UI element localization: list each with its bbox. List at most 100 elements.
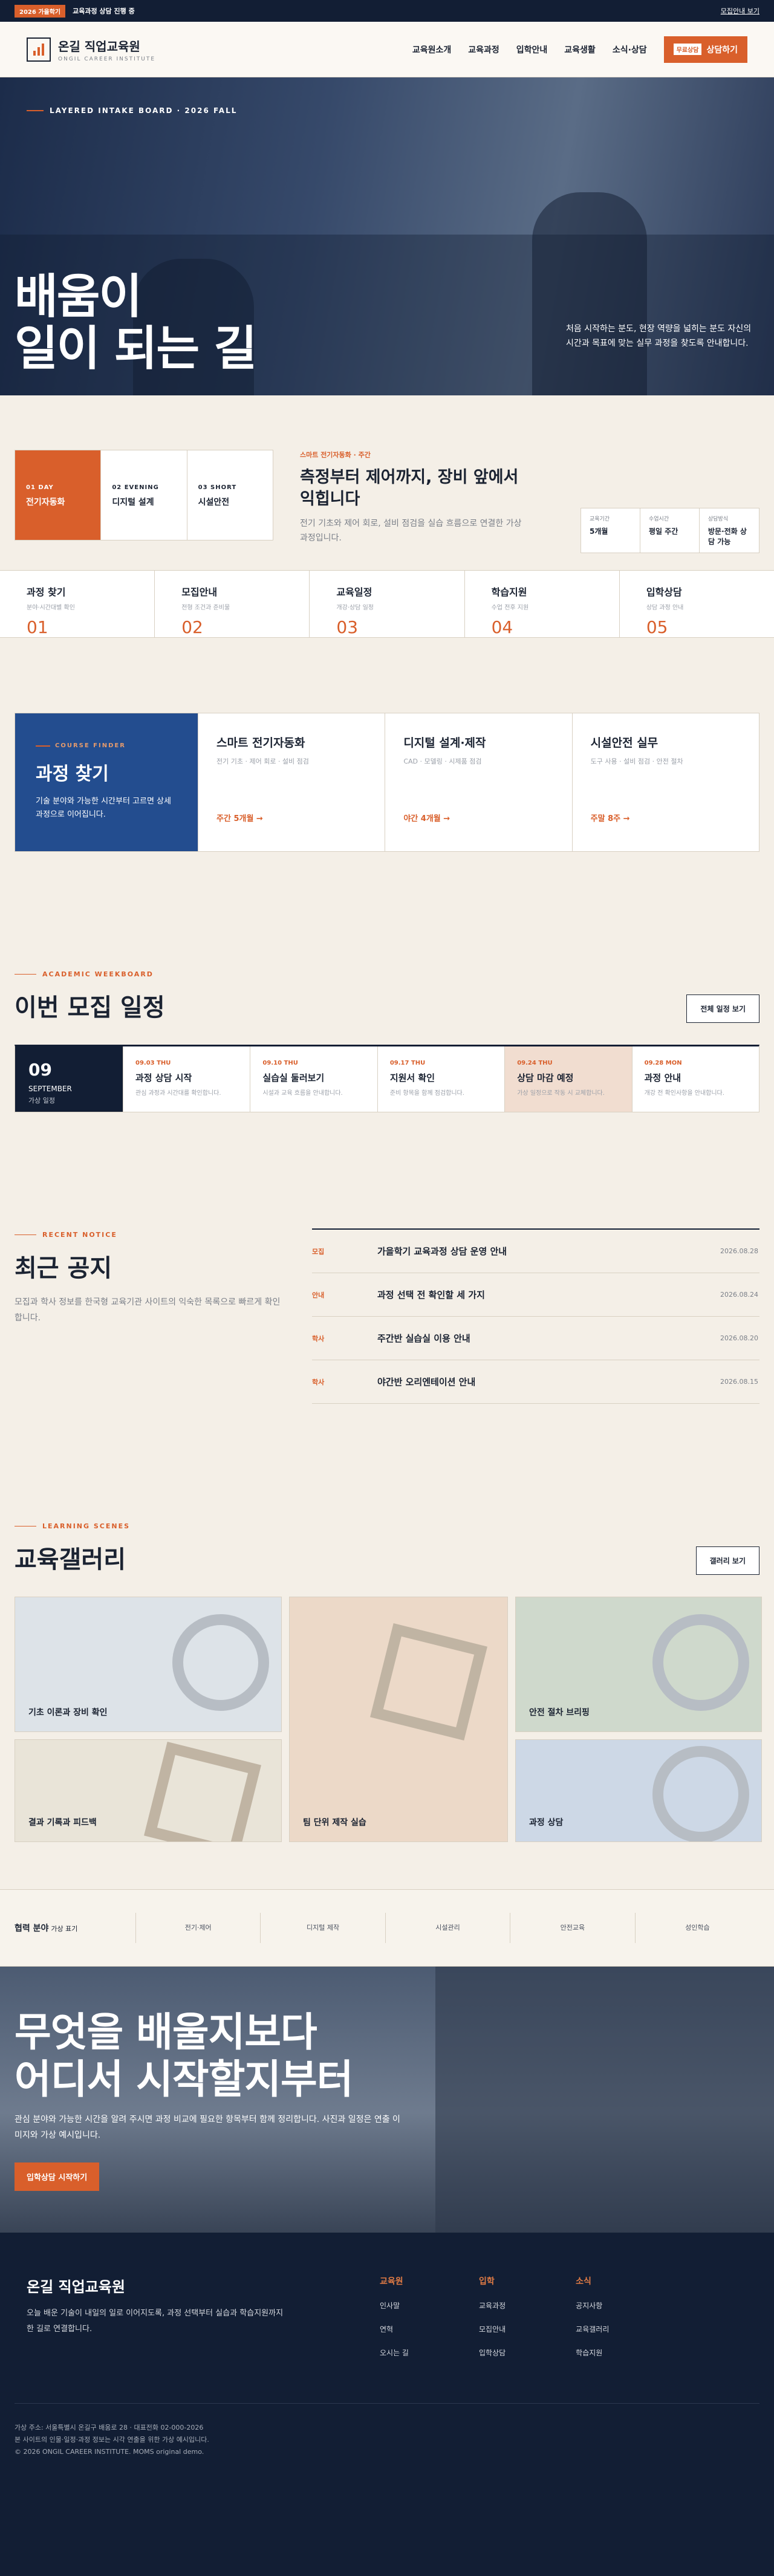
footer-column-title: 소식 [576,2277,591,2286]
admission-link[interactable]: 모집안내 보기 [721,6,759,16]
notice-row[interactable]: 학사 주간반 실습실 이용 안내 2026.08.20 [312,1317,759,1360]
quick-link-number: 02 [181,617,203,637]
nav-item-campus-life[interactable]: 교육생활 [564,44,596,56]
gallery-caption: 안전 절차 브리핑 [529,1708,590,1718]
schedule-event[interactable]: 09.03 THU 과정 상담 시작 관심 과정과 시간대를 확인합니다. [123,1046,250,1112]
quick-link-number: 05 [646,617,668,637]
notice-row[interactable]: 모집 가을학기 교육과정 상담 운영 안내 2026.08.28 [312,1230,759,1273]
partner-field-item: 시설관리 [385,1913,510,1943]
gallery-grid: 기초 이론과 장비 확인 결과 기록과 피드백 팀 단위 제작 실습 안전 절차… [15,1597,762,1842]
footer-description: 오늘 배운 기술이 내일의 일로 이어지도록, 과정 선택부터 실습과 학습지원… [27,2309,284,2334]
course-card[interactable]: 디지털 설계·제작 CAD · 모델링 · 시제품 점검 야간 4개월 → [385,713,571,851]
banner-title: 무엇을 배울지보다 어디서 시작할지부터 [15,2009,353,2103]
schedule-event[interactable]: 09.28 MON 과정 안내 개강 전 확인사항을 안내합니다. [631,1046,759,1112]
course-schedule-link[interactable]: 주간 5개월 → [216,812,263,823]
logo-icon[interactable] [27,37,51,62]
tab-code: 02 EVENING [112,484,159,491]
footer-link[interactable]: 학습지원 [576,2347,609,2358]
footer-link[interactable]: 공지사항 [576,2300,609,2311]
notice-category: 모집 [312,1247,325,1256]
nav-item-about[interactable]: 교육원소개 [412,44,451,56]
event-desc: 시설과 교육 흐름을 안내합니다. [262,1090,343,1097]
event-title: 과정 상담 시작 [135,1072,192,1083]
footer-link[interactable]: 인사말 [380,2300,409,2311]
course-topics: 도구 사용 · 설비 점검 · 안전 절차 [590,758,683,765]
gallery-button[interactable]: 갤러리 보기 [695,1546,759,1575]
course-finder-panel: COURSE FINDER 과정 찾기 기술 분야와 가능한 시간부터 고르면 … [15,713,198,851]
gallery-caption: 과정 상담 [529,1818,564,1828]
semester-badge: 2026 가을학기 [15,4,66,18]
quick-link-item[interactable]: 과정 찾기 분야·시간대별 확인 01 [0,571,155,637]
footer-link[interactable]: 교육과정 [479,2300,506,2311]
course-schedule-link[interactable]: 야간 4개월 → [403,812,450,823]
banner-title-line: 무엇을 배울지보다 [15,2009,317,2055]
footer-link[interactable]: 모집안내 [479,2324,506,2334]
notice-category: 안내 [312,1291,325,1299]
course-card[interactable]: 스마트 전기자동화 전기 기초 · 제어 회로 · 설비 점검 주간 5개월 → [198,713,385,851]
gallery-item[interactable]: 팀 단위 제작 실습 [289,1597,508,1842]
gallery-item[interactable]: 안전 절차 브리핑 [515,1597,762,1732]
tab-label: 전기자동화 [26,498,65,507]
gallery-title: 교육갤러리 [15,1546,126,1574]
event-date: 09.03 THU [135,1060,171,1066]
consult-label: 상담하기 [706,45,738,55]
partner-fields-lead: 협력 분야 가상 표기 [15,1922,135,1934]
notice-list: 모집 가을학기 교육과정 상담 운영 안내 2026.08.28 안내 과정 선택 전… [312,1228,759,1404]
footer-column-title: 교육원 [380,2277,403,2286]
footer-meta: 가상 주소: 서울특별시 온길구 배움로 28 · 대표전화 02-000-20… [15,2422,209,2458]
schedule-event[interactable]: 09.17 THU 지원서 확인 준비 항목을 함께 점검합니다. [377,1046,504,1112]
footer-link[interactable]: 입학상담 [479,2347,506,2358]
schedule-section: ACADEMIC WEEKBOARD 이번 모집 일정 전체 일정 보기 09 S… [0,852,774,1112]
footer-link[interactable]: 오시는 길 [380,2347,409,2358]
month-note: 가상 일정 [28,1097,55,1105]
tab-short[interactable]: 03 SHORT 시설안전 [187,450,273,540]
gallery-item[interactable]: 결과 기록과 피드백 [15,1739,282,1842]
tab-label: 디지털 설계 [112,498,154,507]
tab-day[interactable]: 01 DAY 전기자동화 [15,450,102,540]
footer-links: 교육원인사말연혁오시는 길 입학교육과정모집안내입학상담 소식공지사항교육갤러리… [380,2275,609,2358]
course-title: 스마트 전기자동화 [216,736,305,750]
footer-link[interactable]: 연혁 [380,2324,409,2334]
event-title: 상담 마감 예정 [517,1072,574,1083]
quick-link-item[interactable]: 학습지원 수업 전후 지원 04 [465,571,620,637]
nav-item-courses[interactable]: 교육과정 [468,44,499,56]
banner-description: 관심 분야와 가능한 시간을 알려 주시면 과정 비교에 필요한 항목부터 함께… [15,2115,400,2140]
partner-fields-note: 가상 표기 [51,1925,78,1933]
nav-item-admission[interactable]: 입학안내 [516,44,548,56]
logo[interactable]: 온길 직업교육원 ONGIL CAREER INSTITUTE [58,37,155,62]
footer-copyright: © 2026 ONGIL CAREER INSTITUTE. MOMS orig… [15,2448,204,2456]
footer-link[interactable]: 교육갤러리 [576,2324,609,2334]
track-section: 01 DAY 전기자동화 02 EVENING 디지털 설계 03 SHORT 시설안… [0,395,774,638]
footer-bottom: 가상 주소: 서울특별시 온길구 배움로 28 · 대표전화 02-000-20… [15,2403,759,2456]
start-consult-button[interactable]: 입학상담 시작하기 [15,2162,100,2191]
quick-link-item[interactable]: 입학상담 상담 과정 안내 05 [620,571,774,637]
circle-graphic [172,1614,269,1711]
hero-kicker: LAYERED INTAKE BOARD · 2026 FALL [27,106,237,115]
event-title: 실습실 둘러보기 [262,1072,325,1083]
course-title: 디지털 설계·제작 [403,736,486,750]
gallery-caption: 팀 단위 제작 실습 [303,1818,366,1828]
gallery-item[interactable]: 과정 상담 [515,1739,762,1842]
tab-evening[interactable]: 02 EVENING 디지털 설계 [101,450,187,540]
course-schedule-link[interactable]: 주말 8주 → [591,812,630,823]
notice-row[interactable]: 학사 야간반 오리엔테이션 안내 2026.08.15 [312,1360,759,1404]
track-tabs: 01 DAY 전기자동화 02 EVENING 디지털 설계 03 SHORT 시설안… [15,450,273,540]
gallery-item[interactable]: 기초 이론과 장비 확인 [15,1597,282,1732]
quick-link-sub: 분야·시간대별 확인 [27,605,75,611]
quick-link-item[interactable]: 모집안내 전형 조건과 준비물 02 [155,571,310,637]
nav-item-news[interactable]: 소식·상담 [613,44,647,56]
schedule-event[interactable]: 09.10 THU 실습실 둘러보기시설과 교육 흐름을 안내합니다. [250,1046,377,1112]
quick-link-item[interactable]: 교육일정 개강·상담 일정 03 [310,571,465,637]
event-date: 09.24 THU [517,1060,553,1066]
notice-row[interactable]: 안내 과정 선택 전 확인할 세 가지 2026.08.24 [312,1273,759,1317]
schedule-event-highlighted[interactable]: 09.24 THU 상담 마감 예정 가상 일정으로 작동 시 교체합니다. [504,1046,632,1112]
consult-button[interactable]: 무료상담 상담하기 [663,36,747,63]
course-card[interactable]: 시설안전 실무 도구 사용 · 설비 점검 · 안전 절차 주말 8주 → [571,713,759,851]
footer-column-title: 입학 [478,2277,495,2286]
quick-link-sub: 전형 조건과 준비물 [181,605,230,611]
stat-value: 방문·전화 상담 가능 [708,527,747,546]
notice-title: 최근 공지 [15,1254,112,1282]
full-schedule-button[interactable]: 전체 일정 보기 [686,994,759,1023]
footer-note: 본 사이트의 인물·일정·과정 정보는 시각 연출을 위한 가상 예시입니다. [15,2436,209,2444]
event-date: 09.10 THU [262,1060,298,1066]
